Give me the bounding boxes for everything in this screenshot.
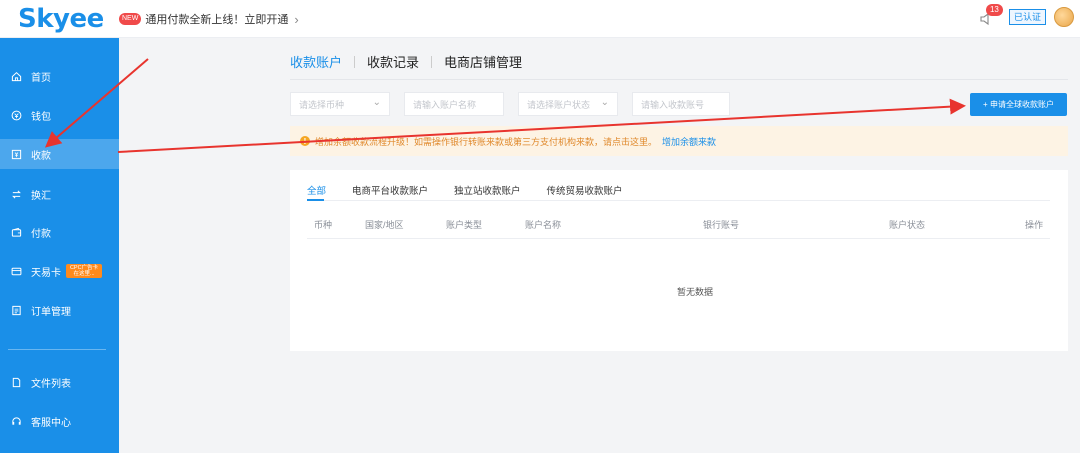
avatar[interactable]	[1054, 7, 1074, 27]
account-name-placeholder: 请输入账户名称	[413, 99, 477, 110]
tab-separator	[354, 55, 356, 68]
receive-icon	[10, 148, 22, 160]
sidebar-item-label: 收款	[31, 150, 51, 162]
user-area: 13 已认证	[979, 4, 1074, 28]
support-icon	[10, 415, 22, 427]
sidebar-item-card[interactable]: 天易卡 CPC广告卡 在这里...	[0, 256, 119, 286]
account-name-input[interactable]: 请输入账户名称	[404, 92, 504, 116]
sidebar-item-payment[interactable]: 付款	[0, 217, 119, 247]
status-select[interactable]: 请选择账户状态 ⌄	[518, 92, 618, 116]
chevron-down-icon: ⌄	[600, 97, 609, 108]
exchange-icon	[10, 188, 22, 200]
payment-icon	[10, 226, 22, 238]
sidebar-item-files[interactable]: 文件列表	[0, 367, 119, 397]
column-header-account-name: 账户名称	[525, 220, 562, 230]
tab-receive-records[interactable]: 收款记录	[367, 52, 419, 71]
file-icon	[10, 376, 22, 388]
currency-select[interactable]: 请选择币种 ⌄	[290, 92, 390, 116]
card-icon	[10, 265, 22, 277]
sidebar-item-exchange[interactable]: 换汇	[0, 179, 119, 209]
sidebar-item-wallet[interactable]: 钱包	[0, 100, 119, 130]
wallet-icon	[10, 109, 22, 121]
subtab-ecommerce[interactable]: 电商平台收款账户	[352, 183, 428, 197]
page-tabs: 收款账户 收款记录 电商店铺管理	[290, 52, 522, 71]
sidebar: 首页 钱包 收款 换汇 付款 天易卡 CPC广告卡 在这里... 订单管理 文件…	[0, 38, 119, 453]
verified-badge[interactable]: 已认证	[1008, 9, 1046, 25]
new-badge: NEW	[119, 13, 142, 25]
announcement-text[interactable]: 通用付款全新上线！立即开通	[145, 11, 288, 27]
column-header-region: 国家/地区	[365, 220, 404, 230]
sidebar-item-label: 天易卡	[31, 267, 61, 279]
sidebar-item-label: 换汇	[31, 190, 51, 202]
sidebar-item-receive[interactable]: 收款	[0, 139, 119, 169]
top-bar: Skyee NEW 通用付款全新上线！立即开通 › 13 已认证	[0, 0, 1080, 38]
account-number-placeholder: 请输入收款账号	[641, 99, 705, 110]
sidebar-item-label: 首页	[31, 72, 51, 84]
accounts-card: 全部 电商平台收款账户 独立站收款账户 传统贸易收款账户 币种 国家/地区 账户…	[290, 170, 1068, 351]
column-header-account-type: 账户类型	[446, 220, 483, 230]
home-icon	[10, 70, 22, 82]
column-header-currency: 币种	[314, 220, 333, 230]
tab-store-management[interactable]: 电商店铺管理	[444, 52, 522, 71]
column-header-status: 账户状态	[889, 220, 926, 230]
alert-text: 增加余额收款流程升级！如需操作银行转账来款或第三方支付机构来款，请点击这里。	[315, 136, 658, 147]
subtab-traditional-trade[interactable]: 传统贸易收款账户	[547, 183, 623, 197]
subtabs-divider	[307, 200, 1050, 201]
logo[interactable]: Skyee	[18, 4, 104, 34]
chevron-down-icon: ⌄	[372, 97, 381, 108]
apply-global-account-button[interactable]: + 申请全球收款账户	[970, 93, 1067, 116]
alert-banner: ! 增加余额收款流程升级！如需操作银行转账来款或第三方支付机构来款，请点击这里。…	[290, 126, 1068, 156]
sidebar-item-home[interactable]: 首页	[0, 61, 119, 91]
tab-receive-accounts[interactable]: 收款账户	[290, 52, 342, 71]
column-header-bank-account: 银行账号	[703, 220, 740, 230]
sidebar-item-label: 订单管理	[31, 306, 71, 318]
active-subtab-indicator	[307, 199, 324, 201]
announcement[interactable]: NEW 通用付款全新上线！立即开通 ›	[119, 11, 299, 27]
notification-button[interactable]: 13	[979, 4, 1003, 28]
sidebar-item-label: 客服中心	[31, 417, 71, 429]
account-type-tabs: 全部 电商平台收款账户 独立站收款账户 传统贸易收款账户	[307, 183, 623, 197]
sidebar-item-label: 付款	[31, 228, 51, 240]
warning-icon: !	[300, 136, 310, 146]
subtab-all[interactable]: 全部	[307, 183, 326, 197]
order-icon	[10, 304, 22, 316]
chevron-right-icon[interactable]: ›	[294, 12, 298, 27]
main-content: 收款账户 收款记录 电商店铺管理 请选择币种 ⌄ 请输入账户名称 请选择账户状态…	[119, 38, 1080, 453]
table-header-divider	[307, 238, 1050, 239]
column-header-actions: 操作	[1025, 220, 1044, 230]
notification-count: 13	[985, 4, 1003, 16]
status-select-placeholder: 请选择账户状态	[527, 99, 591, 110]
currency-select-placeholder: 请选择币种	[299, 99, 345, 110]
promo-badge[interactable]: CPC广告卡 在这里...	[66, 264, 102, 278]
subtab-independent-site[interactable]: 独立站收款账户	[454, 183, 521, 197]
tab-separator	[431, 55, 433, 68]
sidebar-item-support[interactable]: 客服中心	[0, 406, 119, 436]
sidebar-item-label: 钱包	[31, 111, 51, 123]
sidebar-item-label: 文件列表	[31, 378, 71, 390]
empty-state: 暂无数据	[676, 287, 713, 297]
tabs-divider	[290, 79, 1068, 80]
add-balance-link[interactable]: 增加余额来款	[662, 135, 716, 148]
sidebar-item-orders[interactable]: 订单管理	[0, 295, 119, 325]
account-number-input[interactable]: 请输入收款账号	[632, 92, 730, 116]
sidebar-divider	[8, 349, 106, 350]
